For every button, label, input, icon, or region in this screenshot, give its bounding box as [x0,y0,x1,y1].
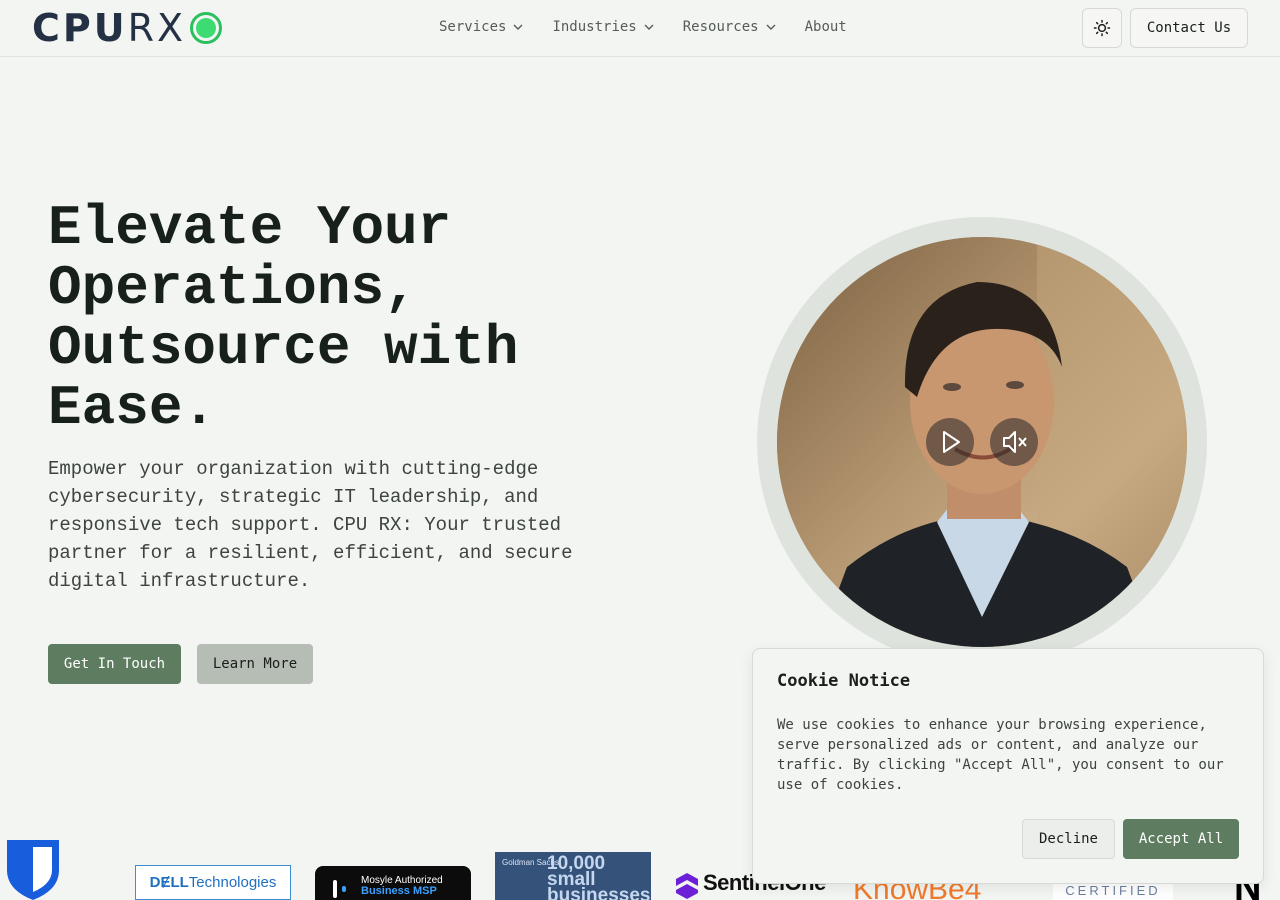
nav-resources[interactable]: Resources [683,17,777,37]
cpurx-logo[interactable]: CPURX [32,9,223,47]
play-button[interactable] [926,418,974,466]
dell-technologies-text: Technologies [188,874,277,891]
mosyle-msp-logo: Mosyle Authorized Business MSP [315,866,471,900]
hero-subtitle: Empower your organization with cutting-e… [48,458,573,592]
shield-icon [7,840,59,900]
nav-about-label: About [804,19,847,35]
chevron-down-icon [766,24,776,30]
cookie-text: We use cookies to enhance your browsing … [777,717,1224,793]
hero-title: Elevate Your Operations, Outsource with … [48,196,519,440]
logo-text-bold: CPU [32,6,128,50]
play-icon [943,431,960,453]
logo-dot-icon [190,12,223,44]
nav-services-label: Services [439,19,507,35]
goldman-10000-text: 10,000 small businesses [547,853,651,900]
bitwarden-logo [5,840,61,900]
nav-industries[interactable]: Industries [552,17,654,37]
contact-us-button[interactable]: Contact Us [1130,8,1248,48]
chevron-down-icon [513,24,523,30]
mosyle-line2: Business MSP [361,885,437,897]
decline-button[interactable]: Decline [1022,819,1115,859]
sun-icon [1093,19,1111,37]
cookie-title: Cookie Notice [777,671,911,691]
nav-services[interactable]: Services [439,17,524,37]
logo-wordmark: CPURX [32,9,186,47]
volume-muted-icon [1003,431,1027,453]
sentinelone-mark-icon [676,873,698,899]
site-header: CPURX Services Industries Resources Abou… [0,0,1280,57]
nav-industries-label: Industries [552,19,637,35]
learn-more-button[interactable]: Learn More [197,644,313,684]
accept-all-button[interactable]: Accept All [1123,819,1239,859]
hero-video[interactable] [777,237,1187,647]
dell-brand-text: DɆLL [149,874,189,891]
goldman-10000-logo: Goldman Sachs 10,000 small businesses [495,852,651,900]
dell-partner-logo: DɆLLTechnologies [135,865,291,900]
nav-about[interactable]: About [805,17,847,37]
theme-toggle-button[interactable] [1082,8,1122,48]
logo-text-thin: RX [127,6,187,50]
nav-resources-label: Resources [682,19,759,35]
get-in-touch-button[interactable]: Get In Touch [48,644,181,684]
person-portrait [777,237,1187,647]
mosyle-mark-icon [333,880,346,898]
mute-button[interactable] [990,418,1038,466]
chevron-down-icon [644,24,654,30]
cookie-notice: Cookie Notice We use cookies to enhance … [752,648,1264,884]
main-nav: Services Industries Resources About [439,17,875,37]
